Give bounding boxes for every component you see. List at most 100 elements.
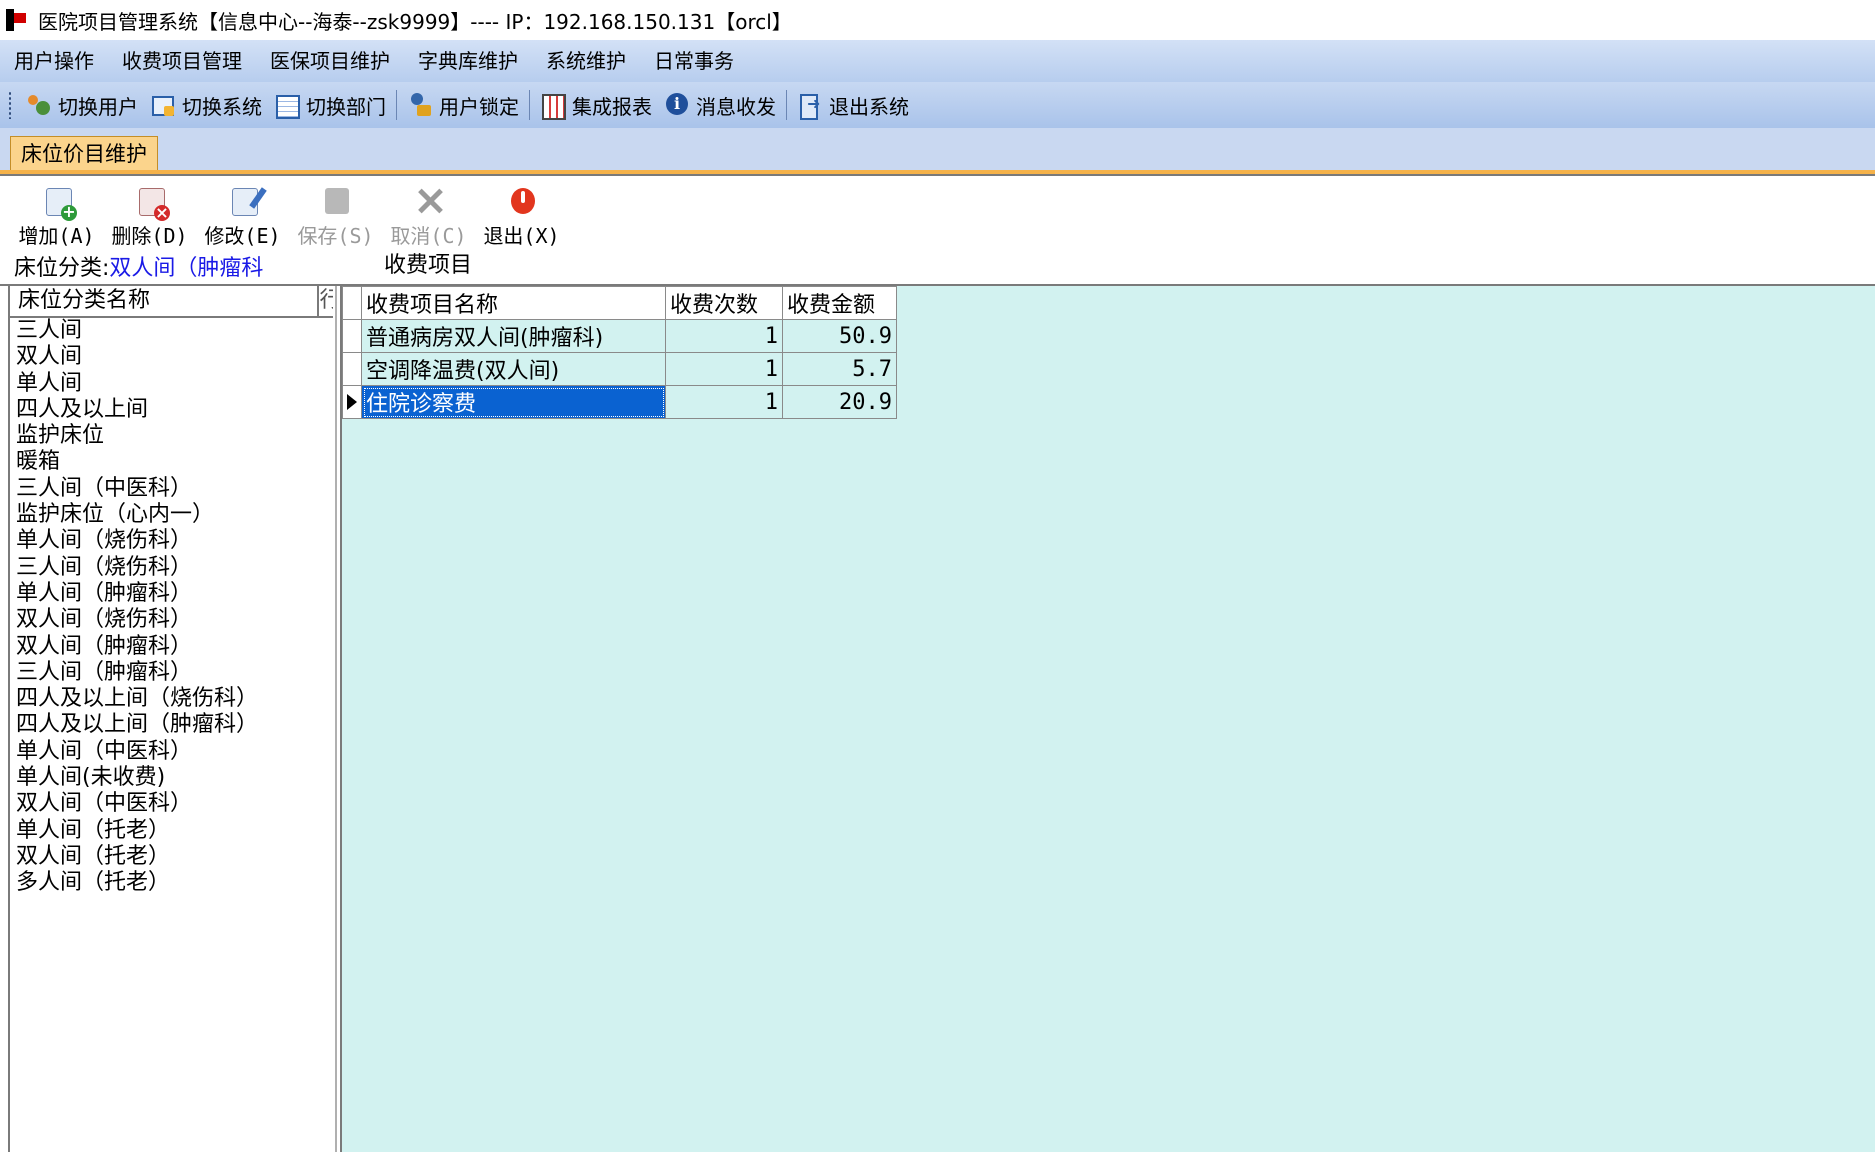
list-body: 三人间 双人间 单人间 四人及以上间 监护床位 暖箱 三人间（中医科） 监护床位（心内一） 单人… <box>16 318 258 897</box>
table-row[interactable]: 普通病房双人间(肿瘤科) 1 50.9 <box>342 319 897 353</box>
list-item[interactable]: 监护床位（心内一） <box>16 502 258 528</box>
row-indicator-header <box>342 286 362 320</box>
report-icon <box>540 92 566 120</box>
exit-system-button[interactable]: 退出系统 <box>791 86 915 124</box>
list-item[interactable]: 单人间（烧伤科） <box>16 528 258 554</box>
power-icon <box>511 188 535 214</box>
edit-button[interactable]: 修改(E) <box>196 182 289 248</box>
table-header-row: 收费项目名称 收费次数 收费金额 <box>342 286 897 320</box>
bed-category-row: 床位分类: 双人间（肿瘤科 <box>14 250 263 282</box>
toolbar-separator <box>396 90 397 120</box>
divider <box>0 174 1875 176</box>
table-row[interactable]: 空调降温费(双人间) 1 5.7 <box>342 352 897 386</box>
column-header-fee-name[interactable]: 收费项目名称 <box>361 286 666 320</box>
fee-section-title: 收费项目 <box>384 253 473 278</box>
save-icon <box>325 188 349 214</box>
list-item[interactable]: 单人间 <box>16 371 258 397</box>
message-icon <box>664 92 690 118</box>
document-tab-strip: 床位价目维护 <box>0 128 1875 174</box>
column-header-category-name[interactable]: 床位分类名称 <box>10 286 320 316</box>
list-item[interactable]: 三人间（烧伤科） <box>16 555 258 581</box>
fee-count-cell[interactable]: 1 <box>665 385 783 419</box>
menu-insurance-items[interactable]: 医保项目维护 <box>256 40 404 82</box>
app-logo-icon <box>6 9 26 31</box>
list-item[interactable]: 单人间（托老） <box>16 818 258 844</box>
switch-department-button[interactable]: 切换部门 <box>268 86 392 124</box>
list-item[interactable]: 四人及以上间（烧伤科） <box>16 686 258 712</box>
action-bar: 增加(A) 删除(D) 修改(E) 保存(S) 取消(C) 退出(X) <box>10 182 568 248</box>
row-indicator[interactable] <box>342 319 362 353</box>
quit-button[interactable]: 退出(X) <box>475 182 568 248</box>
list-header: 床位分类名称 行 <box>10 286 333 318</box>
switch-department-icon <box>274 92 300 119</box>
toolbar-separator <box>786 90 787 120</box>
fee-amount-cell[interactable]: 20.9 <box>782 385 897 419</box>
list-item[interactable]: 双人间 <box>16 344 258 370</box>
menu-system-maintenance[interactable]: 系统维护 <box>532 40 640 82</box>
menu-bar: 用户操作 收费项目管理 医保项目维护 字典库维护 系统维护 日常事务 <box>0 40 1875 82</box>
user-lock-icon <box>407 92 433 118</box>
message-button[interactable]: 消息收发 <box>658 86 782 124</box>
menu-daily-affairs[interactable]: 日常事务 <box>640 40 748 82</box>
user-lock-button[interactable]: 用户锁定 <box>401 86 525 124</box>
fee-items-table: 收费项目名称 收费次数 收费金额 普通病房双人间(肿瘤科) 1 50.9 空调降… <box>342 286 897 419</box>
bed-category-value: 双人间（肿瘤科 <box>109 256 264 281</box>
menu-dictionary[interactable]: 字典库维护 <box>404 40 532 82</box>
delete-icon <box>139 188 170 221</box>
fee-name-cell[interactable]: 空调降温费(双人间) <box>361 352 666 386</box>
fee-amount-cell[interactable]: 50.9 <box>782 319 897 353</box>
switch-user-icon <box>26 92 52 118</box>
bed-category-label: 床位分类: <box>14 256 110 281</box>
list-item[interactable]: 双人间（烧伤科） <box>16 607 258 633</box>
list-item[interactable]: 四人及以上间 <box>16 397 258 423</box>
add-button[interactable]: 增加(A) <box>10 182 103 248</box>
row-indicator[interactable] <box>342 352 362 386</box>
current-row-arrow-icon <box>347 394 357 410</box>
window-title: 医院项目管理系统【信息中心--海泰--zsk9999】---- IP：192.1… <box>38 9 792 34</box>
cancel-button[interactable]: 取消(C) <box>382 182 475 248</box>
list-item[interactable]: 三人间（中医科） <box>16 476 258 502</box>
save-button[interactable]: 保存(S) <box>289 182 382 248</box>
switch-user-button[interactable]: 切换用户 <box>20 86 144 124</box>
row-indicator[interactable] <box>342 385 362 419</box>
list-item[interactable]: 单人间（中医科） <box>16 739 258 765</box>
column-header-extra[interactable]: 行 <box>319 286 333 316</box>
fee-name-cell[interactable]: 普通病房双人间(肿瘤科) <box>361 319 666 353</box>
fee-name-cell[interactable]: 住院诊察费 <box>361 385 666 419</box>
edit-icon <box>232 188 258 216</box>
title-bar: 医院项目管理系统【信息中心--海泰--zsk9999】---- IP：192.1… <box>0 0 1875 40</box>
menu-user-ops[interactable]: 用户操作 <box>0 40 108 82</box>
list-item[interactable]: 暖箱 <box>16 449 258 475</box>
fee-items-grid[interactable]: 收费项目名称 收费次数 收费金额 普通病房双人间(肿瘤科) 1 50.9 空调降… <box>340 286 1875 1152</box>
list-item[interactable]: 三人间 <box>16 318 258 344</box>
table-row[interactable]: 住院诊察费 1 20.9 <box>342 385 897 419</box>
list-item[interactable]: 双人间（中医科） <box>16 791 258 817</box>
main-toolbar: 切换用户 切换系统 切换部门 用户锁定 集成报表 消息收发 退出系统 <box>0 82 1875 129</box>
switch-system-icon <box>150 92 176 118</box>
content-area: 增加(A) 删除(D) 修改(E) 保存(S) 取消(C) 退出(X) 床位分类… <box>0 174 1875 1152</box>
delete-button[interactable]: 删除(D) <box>103 182 196 248</box>
add-icon <box>46 188 77 221</box>
menu-fee-items[interactable]: 收费项目管理 <box>108 40 256 82</box>
fee-count-cell[interactable]: 1 <box>665 319 783 353</box>
fee-count-cell[interactable]: 1 <box>665 352 783 386</box>
exit-system-icon <box>797 92 823 120</box>
report-button[interactable]: 集成报表 <box>534 86 658 124</box>
list-item[interactable]: 双人间（肿瘤科） <box>16 634 258 660</box>
column-header-fee-count[interactable]: 收费次数 <box>665 286 783 320</box>
list-item[interactable]: 多人间（托老） <box>16 870 258 896</box>
list-item[interactable]: 四人及以上间（肿瘤科） <box>16 712 258 738</box>
toolbar-separator <box>529 90 530 120</box>
tab-bed-price-maintenance[interactable]: 床位价目维护 <box>10 136 158 171</box>
toolbar-grip[interactable] <box>8 91 12 119</box>
cancel-icon <box>418 188 442 214</box>
list-item[interactable]: 监护床位 <box>16 423 258 449</box>
column-header-fee-amount[interactable]: 收费金额 <box>782 286 897 320</box>
bed-category-list[interactable]: 床位分类名称 行 三人间 双人间 单人间 四人及以上间 监护床位 暖箱 三人间（中医科） 监护… <box>8 286 337 1152</box>
list-item[interactable]: 三人间（肿瘤科） <box>16 660 258 686</box>
fee-amount-cell[interactable]: 5.7 <box>782 352 897 386</box>
list-item[interactable]: 单人间（肿瘤科） <box>16 581 258 607</box>
list-item[interactable]: 单人间(未收费) <box>16 765 258 791</box>
switch-system-button[interactable]: 切换系统 <box>144 86 268 124</box>
list-item[interactable]: 双人间（托老） <box>16 844 258 870</box>
